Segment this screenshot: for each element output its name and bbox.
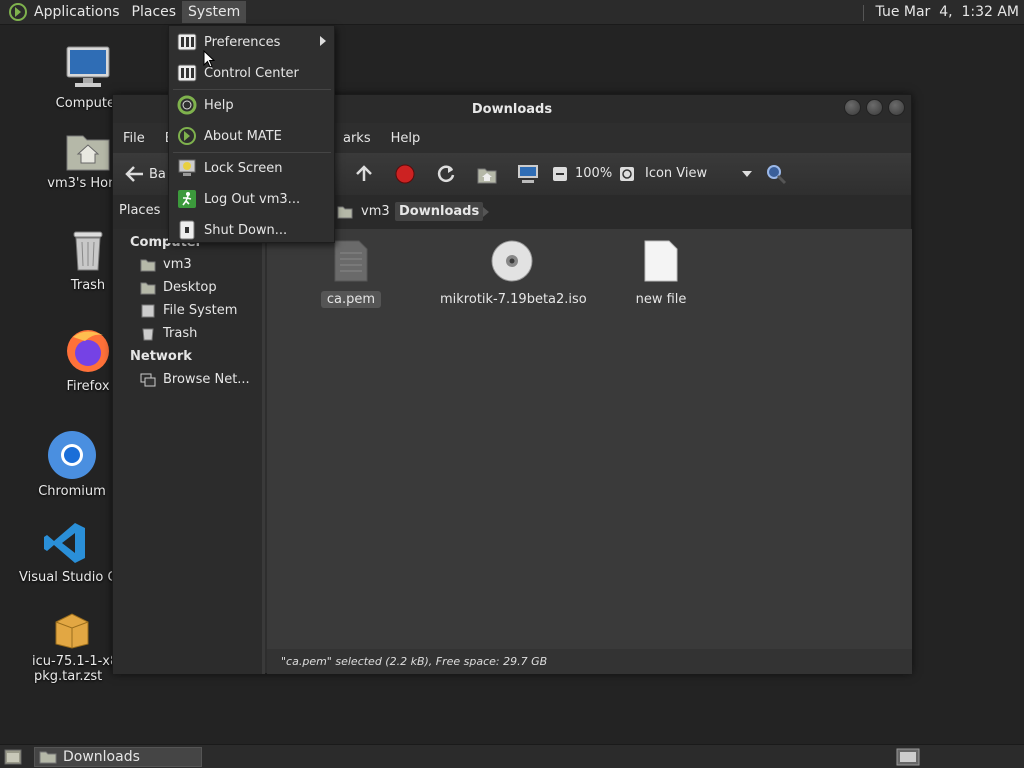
submenu-arrow-icon [320,36,326,46]
top-panel: Applications Places System Tue Mar 4, 1:… [0,0,1024,25]
desktop-icon-chromium[interactable]: Chromium [17,430,127,499]
reload-icon[interactable] [435,163,457,185]
file-name: new file [635,292,687,307]
zoom-out-icon[interactable] [552,166,568,182]
drive-icon [141,304,155,317]
menu-item-preferences[interactable]: Preferences [169,27,334,57]
vscode-icon [44,523,85,563]
menu-help[interactable]: Help [389,131,431,146]
show-desktop-icon[interactable] [4,749,22,765]
desktop-icon-label-line2: pkg.tar.zst [34,669,103,684]
breadcrumb-vm3[interactable]: vm3 [357,202,394,221]
file-item-ca-pem[interactable]: ca.pem [321,239,381,308]
chromium-icon [48,431,96,479]
sidebar-heading-network: Network [130,349,192,364]
trash-icon [142,328,154,340]
clock-text: Tue Mar 4, 1:32 AM [875,4,1019,20]
sidebar-item-vm3[interactable]: vm3 [140,257,192,272]
stop-icon[interactable] [394,163,416,185]
places-sidebar: Computer vm3 Desktop File System Trash N… [113,229,265,674]
menu-item-control-center[interactable]: Control Center [169,58,334,88]
trash-icon [73,231,103,271]
sidebar-item-filesystem[interactable]: File System [140,303,237,318]
zoom-level: 100% [575,166,613,181]
shutdown-icon [177,220,197,240]
network-icon [140,373,156,386]
desktop-icon-label: Chromium [38,484,106,499]
back-button[interactable]: Ba [123,164,166,184]
panel-separator [862,5,864,21]
desktop-icon-label: icu-75.1-1-x86_64. [32,654,112,669]
zoom-in-icon[interactable] [619,166,635,182]
home-folder-icon [140,259,156,271]
sidebar-selector[interactable]: Places [119,203,160,218]
sidebar-item-desktop[interactable]: Desktop [140,280,217,295]
status-bar: "ca.pem" selected (2.2 kB), Free space: … [267,649,912,674]
file-name: ca.pem [321,291,381,308]
chevron-right-icon[interactable] [483,207,489,217]
home-folder-icon [66,135,110,171]
text-file-icon [334,240,368,282]
clock[interactable]: Tue Mar 4, 1:32 AM [862,4,1019,21]
system-dropdown-menu: Preferences Control Center Help About MA… [168,25,335,243]
mouse-cursor-icon [203,50,215,68]
logout-icon [177,189,197,209]
up-arrow-icon[interactable] [353,164,375,184]
home-icon[interactable] [476,163,498,185]
system-menu[interactable]: System [182,1,247,23]
view-mode-select[interactable]: Icon View [645,166,753,181]
menu-item-lock-screen[interactable]: Lock Screen [169,153,334,183]
breadcrumb-downloads[interactable]: Downloads [395,202,484,221]
applications-menu[interactable]: Applications [28,1,126,23]
firefox-icon [67,330,109,372]
desktop-icon-package[interactable]: icu-75.1-1-x86_64. pkg.tar.zst [32,608,112,684]
desktop-icon-vscode[interactable]: Visual Studio Code [17,520,113,585]
mate-logo-icon[interactable] [8,2,28,22]
taskbar-item-downloads[interactable]: Downloads [34,747,202,767]
desktop-icon-label: Visual Studio Code [19,570,113,585]
computer-icon[interactable] [516,163,540,185]
menu-bookmarks[interactable]: arks [341,131,381,146]
file-item-new-file[interactable]: new file [623,239,699,308]
sidebar-item-trash[interactable]: Trash [140,326,197,341]
about-mate-icon [177,126,197,146]
maximize-button[interactable] [866,99,883,116]
dropdown-arrow-icon [742,170,753,177]
package-icon [55,613,89,649]
menu-file[interactable]: File [121,131,155,146]
file-item-mikrotik-iso[interactable]: mikrotik-7.19beta2.iso [437,239,587,308]
sidebar-item-browse-network[interactable]: Browse Net... [140,372,250,387]
lock-screen-icon [177,158,197,178]
window-title: Downloads [471,101,553,117]
bottom-panel: Downloads [0,744,1024,768]
computer-icon [66,46,110,87]
file-name: mikrotik-7.19beta2.iso [440,292,587,307]
places-menu[interactable]: Places [126,1,183,23]
home-folder-icon [337,206,353,219]
close-button[interactable] [888,99,905,116]
search-icon[interactable] [765,163,787,185]
workspace-switcher-icon[interactable] [896,748,920,766]
menu-item-log-out[interactable]: Log Out vm3... [169,184,334,214]
desktop-folder-icon [140,282,156,294]
minimize-button[interactable] [844,99,861,116]
menu-item-help[interactable]: Help [169,90,334,120]
folder-icon [39,751,57,764]
menu-item-about-mate[interactable]: About MATE [169,121,334,151]
control-center-icon [177,63,197,83]
file-view[interactable]: ca.pem mikrotik-7.19beta2.iso new file [267,229,912,649]
preferences-icon [177,32,197,52]
blank-file-icon [644,240,678,282]
help-icon [177,95,197,115]
back-arrow-icon [125,166,143,182]
menu-item-shut-down[interactable]: Shut Down... [169,215,334,245]
disc-image-icon [491,240,533,282]
